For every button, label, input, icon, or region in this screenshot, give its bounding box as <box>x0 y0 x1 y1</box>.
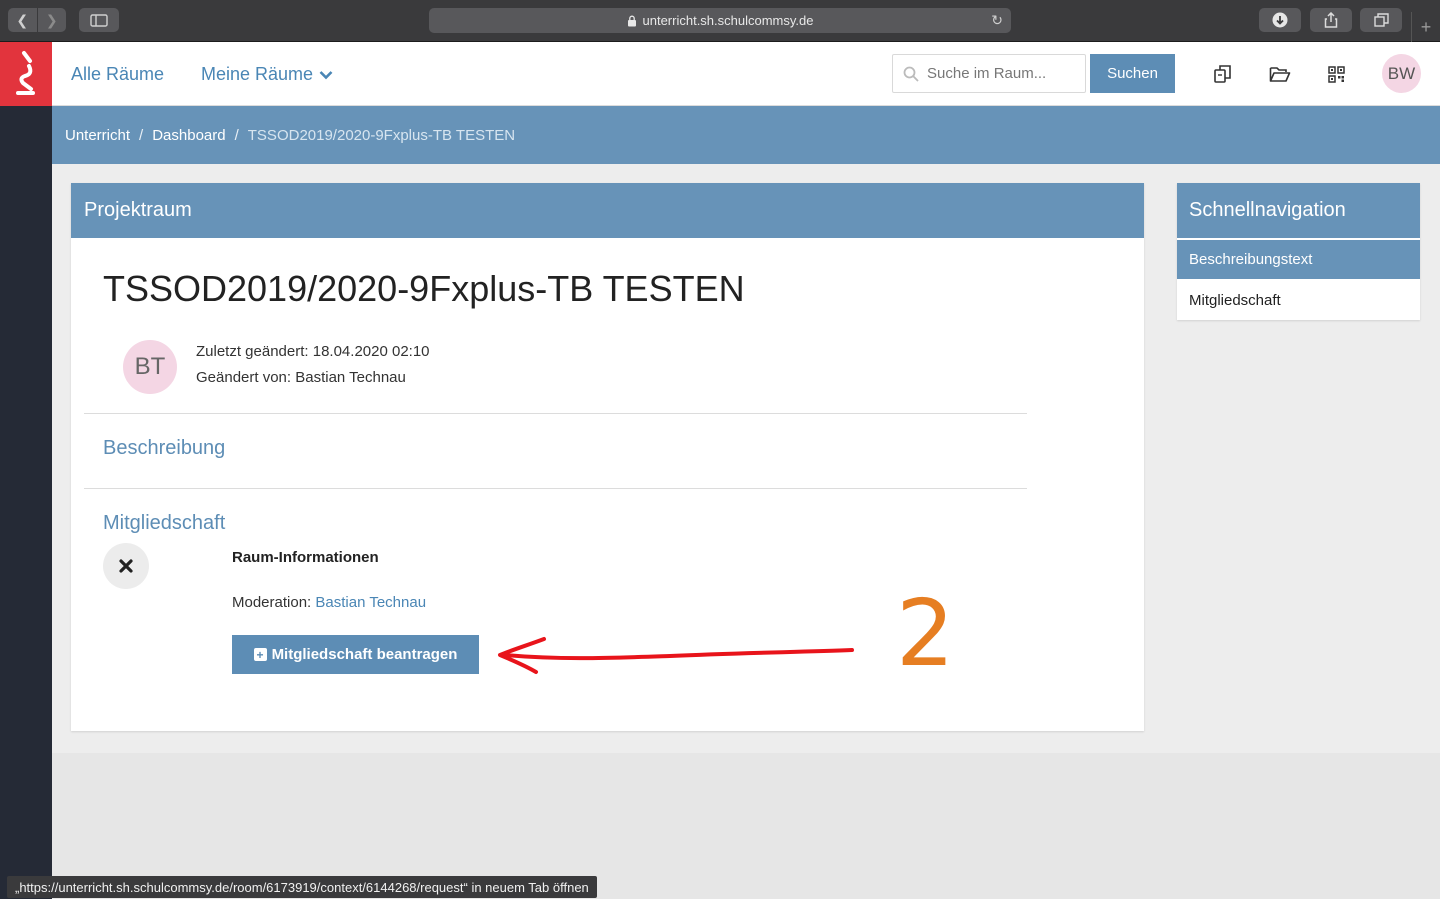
quick-navigation: Schnellnavigation Beschreibungstext Mitg… <box>1177 183 1420 320</box>
sidebar-toggle-icon[interactable] <box>79 8 119 32</box>
section-description[interactable]: Beschreibung <box>103 437 225 460</box>
moderator-link[interactable]: Bastian Technau <box>315 594 426 611</box>
breadcrumb-separator: / <box>139 126 144 144</box>
section-membership[interactable]: Mitgliedschaft <box>103 512 225 535</box>
nav-my-rooms[interactable]: Meine Räume <box>201 64 333 85</box>
room-info-heading: Raum-Informationen <box>232 549 379 566</box>
qr-code-icon[interactable] <box>1325 63 1347 85</box>
browser-toolbar: ❮ ❯ unterricht.sh.schulcommsy.de ↻ + <box>0 0 1440 42</box>
annotation-number: 2 <box>896 580 955 687</box>
chevron-down-icon <box>319 70 333 79</box>
user-avatar[interactable]: BW <box>1382 54 1421 93</box>
card-header: Projektraum <box>71 183 1144 238</box>
quick-navigation-title: Schnellnavigation <box>1177 183 1420 238</box>
page-title: TSSOD2019/2020-9Fxplus-TB TESTEN <box>103 268 745 309</box>
left-sidebar <box>0 106 52 899</box>
project-room-card: Projektraum TSSOD2019/2020-9Fxplus-TB TE… <box>71 183 1144 731</box>
address-text: unterricht.sh.schulcommsy.de <box>642 13 814 28</box>
share-icon[interactable] <box>1310 8 1352 32</box>
lock-icon <box>627 15 636 26</box>
nav-my-rooms-label: Meine Räume <box>201 64 314 84</box>
breadcrumb: Unterricht / Dashboard / TSSOD2019/2020-… <box>52 106 1440 164</box>
search-box <box>892 54 1086 93</box>
status-bar: „https://unterricht.sh.schulcommsy.de/ro… <box>7 876 597 898</box>
commsy-logo[interactable] <box>0 42 52 106</box>
moderation-line: Moderation: Bastian Technau <box>232 594 426 611</box>
browser-nav-buttons: ❮ ❯ <box>8 8 66 32</box>
download-icon[interactable] <box>1259 8 1301 32</box>
forward-icon[interactable]: ❯ <box>36 8 67 32</box>
copy-icon[interactable] <box>1212 63 1234 85</box>
divider <box>84 413 1027 414</box>
plus-square-icon: + <box>253 648 267 661</box>
search-input[interactable] <box>927 65 1077 82</box>
search-icon <box>903 66 919 82</box>
search-button[interactable]: Suchen <box>1090 54 1175 93</box>
address-bar[interactable]: unterricht.sh.schulcommsy.de ↻ <box>429 8 1011 33</box>
nav-all-rooms[interactable]: Alle Räume <box>71 64 164 85</box>
divider <box>84 488 1027 489</box>
breadcrumb-dashboard[interactable]: Dashboard <box>152 127 225 144</box>
moderation-label: Moderation: <box>232 594 312 611</box>
request-membership-label: Mitgliedschaft beantragen <box>271 646 458 663</box>
author-avatar: BT <box>123 340 177 394</box>
breadcrumb-current: TSSOD2019/2020-9Fxplus-TB TESTEN <box>247 126 516 144</box>
request-membership-button[interactable]: + Mitgliedschaft beantragen <box>232 635 479 674</box>
back-icon[interactable]: ❮ <box>8 8 37 32</box>
changed-by: Geändert von: Bastian Technau <box>196 369 406 386</box>
quicknav-item-description[interactable]: Beschreibungstext <box>1177 240 1420 279</box>
folder-open-icon[interactable] <box>1269 63 1291 85</box>
close-icon <box>103 543 149 589</box>
app-header: Alle Räume Meine Räume Suchen BW <box>52 42 1440 106</box>
new-tab-icon[interactable]: + <box>1411 12 1440 42</box>
breadcrumb-separator: / <box>234 126 239 144</box>
tabs-overview-icon[interactable] <box>1360 8 1402 32</box>
last-changed: Zuletzt geändert: 18.04.2020 02:10 <box>196 343 430 360</box>
reload-icon[interactable]: ↻ <box>991 12 1003 29</box>
quicknav-item-membership[interactable]: Mitgliedschaft <box>1177 281 1420 320</box>
breadcrumb-unterricht[interactable]: Unterricht <box>65 127 130 144</box>
